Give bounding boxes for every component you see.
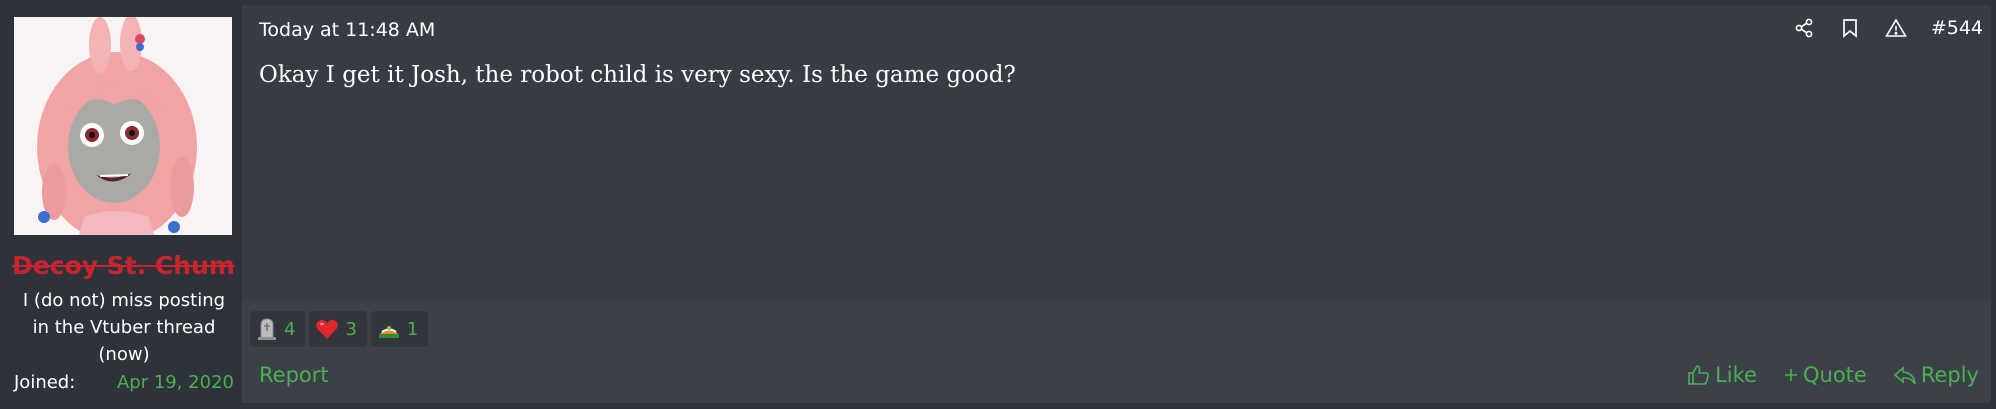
avatar-image [14, 17, 232, 235]
reaction-count: 1 [406, 318, 419, 340]
heart-icon [316, 319, 339, 339]
post-message: Okay I get it Josh, the robot child is v… [259, 62, 1016, 88]
reaction-heart[interactable]: 3 [309, 311, 367, 347]
reply-icon [1893, 366, 1916, 385]
avatar[interactable] [14, 17, 232, 235]
share-icon[interactable] [1793, 17, 1815, 39]
reaction-count: 4 [284, 318, 296, 340]
tombstone-icon [258, 318, 276, 340]
post-footer: 4 3 1 Report Like Quote Reply [242, 301, 1991, 403]
quote-button[interactable]: Quote [1783, 363, 1867, 387]
post-timestamp[interactable]: Today at 11:48 AM [259, 19, 435, 41]
warning-icon[interactable] [1884, 17, 1907, 39]
reaction-bar: 4 3 1 [250, 311, 429, 347]
flag-icon [378, 326, 399, 338]
reaction-tombstone[interactable]: 4 [250, 311, 306, 347]
like-button[interactable]: Like [1687, 363, 1757, 387]
bookmark-icon[interactable] [1839, 17, 1861, 39]
post-footer-actions: Like Quote Reply [1687, 363, 1979, 387]
post-container: Decoy St. Chum I (do not) miss posting i… [5, 5, 1991, 403]
joined-date: Apr 19, 2020 [116, 372, 234, 393]
post-header-actions: #544 [1793, 17, 1983, 39]
joined-label: Joined: [14, 372, 76, 393]
reply-button[interactable]: Reply [1893, 363, 1979, 387]
plus-icon [1784, 369, 1797, 381]
user-title: I (do not) miss posting in the Vtuber th… [22, 290, 226, 365]
thumbs-up-icon [1688, 365, 1709, 385]
like-label: Like [1715, 363, 1757, 387]
user-info-panel: Decoy St. Chum I (do not) miss posting i… [5, 5, 242, 403]
reply-label: Reply [1920, 363, 1979, 387]
post-main: Today at 11:48 AM #544 Okay I get it Jos… [242, 5, 1991, 403]
quote-label: Quote [1802, 363, 1867, 387]
post-content-area: Today at 11:48 AM #544 Okay I get it Jos… [242, 5, 1991, 301]
reaction-count: 3 [345, 318, 357, 340]
username-link[interactable]: Decoy St. Chum [5, 251, 242, 280]
report-link[interactable]: Report [259, 363, 329, 387]
post-number-link[interactable]: #544 [1931, 17, 1983, 39]
reaction-flag[interactable]: 1 [370, 311, 429, 347]
